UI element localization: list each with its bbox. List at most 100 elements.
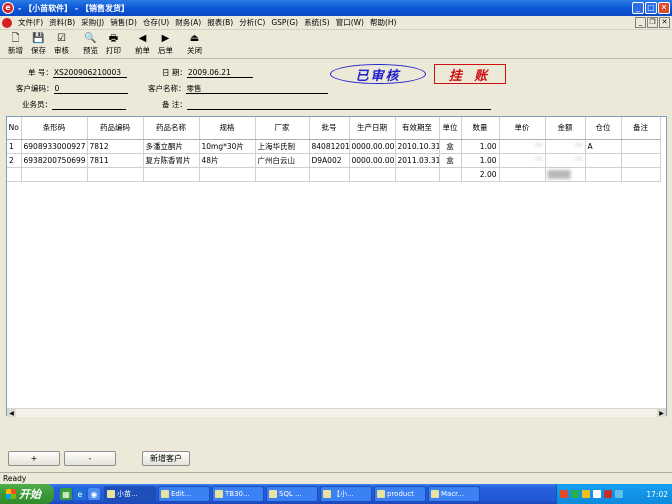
tray-icon[interactable] (571, 490, 579, 498)
close-form-button[interactable]: ⏏ 关闭 (183, 31, 206, 58)
tray-icon[interactable] (582, 490, 590, 498)
tray-icon[interactable] (604, 490, 612, 498)
cell-no[interactable]: 1 (7, 139, 22, 154)
mdi-minimize-button[interactable]: _ (635, 17, 646, 28)
cell-prod-date[interactable]: 0000.00.00 (349, 139, 396, 154)
volume-icon[interactable] (615, 490, 623, 498)
menu-file[interactable]: 文件(F) (15, 17, 46, 28)
new-customer-button[interactable]: 新增客户 (142, 451, 190, 466)
quicklaunch-ie-icon[interactable]: e (74, 488, 86, 500)
task-item[interactable]: 小苗... (104, 486, 156, 502)
menu-window[interactable]: 窗口(W) (333, 17, 367, 28)
cell-remark[interactable] (621, 139, 661, 154)
cell-location[interactable] (585, 153, 622, 168)
col-remark[interactable]: 备注 (621, 117, 661, 140)
col-drug-code[interactable]: 药品编码 (87, 117, 144, 140)
order-no-field[interactable]: XS200906210003 (52, 67, 127, 78)
cell-amount[interactable]: ** (545, 139, 586, 154)
cust-code-field[interactable]: 0 (53, 83, 128, 94)
cell-batch[interactable]: 84081201 (309, 139, 350, 154)
minimize-button[interactable]: _ (632, 2, 644, 14)
cell-spec[interactable]: 10mg*30片 (199, 139, 256, 154)
new-button[interactable]: 🗋 新增 (4, 31, 27, 58)
menu-help[interactable]: 帮助(H) (367, 17, 400, 28)
add-row-button[interactable]: + (8, 451, 60, 466)
col-prod-date[interactable]: 生产日期 (349, 117, 396, 140)
cell-spec[interactable]: 48片 (199, 153, 256, 168)
menu-system[interactable]: 系统(S) (301, 17, 333, 28)
task-item[interactable]: 【小... (320, 486, 372, 502)
col-qty[interactable]: 数量 (461, 117, 500, 140)
cell-expiry[interactable]: 2010.10.31 (395, 139, 440, 154)
cust-name-field[interactable]: 零售 (185, 83, 328, 94)
menu-finance[interactable]: 财务(A) (172, 17, 204, 28)
col-manufacturer[interactable]: 厂家 (255, 117, 310, 140)
cell-amount[interactable]: ** (545, 153, 586, 168)
task-item[interactable]: product (374, 486, 426, 502)
cell-drug-code[interactable]: 7812 (87, 139, 144, 154)
col-no[interactable]: No (7, 117, 22, 140)
mdi-close-button[interactable]: ✕ (659, 17, 670, 28)
col-spec[interactable]: 规格 (199, 117, 256, 140)
start-button[interactable]: 开始 (0, 484, 54, 504)
clock[interactable]: 17:02 (646, 490, 672, 499)
cell-price[interactable]: ** (499, 153, 546, 168)
task-item[interactable]: Edit... (158, 486, 210, 502)
cell-unit[interactable]: 盒 (439, 153, 462, 168)
task-item[interactable]: Macr... (428, 486, 480, 502)
scroll-right-icon[interactable]: ▶ (657, 409, 666, 417)
cell-price[interactable]: ** (499, 139, 546, 154)
cell-expiry[interactable]: 2011.03.31 (395, 153, 440, 168)
cell-unit[interactable]: 盒 (439, 139, 462, 154)
col-unit[interactable]: 单位 (439, 117, 462, 140)
cell-drug-name[interactable]: 多潘立酮片 (143, 139, 200, 154)
table-row[interactable]: 2 6938200750699 7811 复方陈香胃片 48片 广州白云山 D9… (7, 153, 661, 168)
col-amount[interactable]: 金额 (545, 117, 586, 140)
col-drug-name[interactable]: 药品名称 (143, 117, 200, 140)
cell-location[interactable]: A (585, 139, 622, 154)
mdi-restore-button[interactable]: ❐ (647, 17, 658, 28)
tray-icon[interactable] (560, 490, 568, 498)
menu-sales[interactable]: 销售(D) (107, 17, 140, 28)
quicklaunch-media-icon[interactable]: ◉ (88, 488, 100, 500)
menu-reports[interactable]: 报表(B) (204, 17, 236, 28)
cell-manufacturer[interactable]: 广州白云山 (255, 153, 310, 168)
menu-gsp[interactable]: GSP(G) (268, 18, 301, 27)
col-barcode[interactable]: 条形码 (21, 117, 88, 140)
cell-manufacturer[interactable]: 上海华氏制 (255, 139, 310, 154)
cell-drug-name[interactable]: 复方陈香胃片 (143, 153, 200, 168)
menu-inventory[interactable]: 仓存(U) (140, 17, 172, 28)
print-button[interactable]: 🖶 打印 (102, 31, 125, 58)
close-button[interactable]: ✕ (658, 2, 670, 14)
scroll-left-icon[interactable]: ◀ (7, 409, 16, 417)
review-button[interactable]: ☑ 审核 (50, 31, 73, 58)
cell-drug-code[interactable]: 7811 (87, 153, 144, 168)
salesman-field[interactable] (52, 99, 126, 110)
cell-batch[interactable]: D9A002 (309, 153, 350, 168)
col-batch[interactable]: 批号 (309, 117, 350, 140)
task-item[interactable]: TB30... (212, 486, 264, 502)
quicklaunch-desktop-icon[interactable]: ▦ (60, 488, 72, 500)
col-location[interactable]: 仓位 (585, 117, 622, 140)
cell-no[interactable]: 2 (7, 153, 22, 168)
remark-field[interactable] (186, 99, 491, 110)
mdi-app-icon[interactable] (2, 17, 12, 28)
menu-purchase[interactable]: 采购(J) (78, 17, 107, 28)
cell-qty[interactable]: 1.00 (461, 139, 500, 154)
table-row[interactable]: 1 6908933000927 7812 多潘立酮片 10mg*30片 上海华氏… (7, 139, 661, 154)
prev-order-button[interactable]: ◀ 前单 (131, 31, 154, 58)
maximize-button[interactable]: □ (645, 2, 657, 14)
col-expiry[interactable]: 有效期至 (395, 117, 440, 140)
menu-data[interactable]: 资料(B) (46, 17, 78, 28)
col-price[interactable]: 单价 (499, 117, 546, 140)
cell-barcode[interactable]: 6938200750699 (21, 153, 88, 168)
save-button[interactable]: 💾 保存 (27, 31, 50, 58)
remove-row-button[interactable]: - (64, 451, 116, 466)
date-field[interactable]: 2009.06.21 (186, 67, 253, 78)
cell-remark[interactable] (621, 153, 661, 168)
menu-analysis[interactable]: 分析(C) (236, 17, 268, 28)
cell-qty[interactable]: 1.00 (461, 153, 500, 168)
cell-prod-date[interactable]: 0000.00.00 (349, 153, 396, 168)
cell-barcode[interactable]: 6908933000927 (21, 139, 88, 154)
network-icon[interactable] (593, 490, 601, 498)
